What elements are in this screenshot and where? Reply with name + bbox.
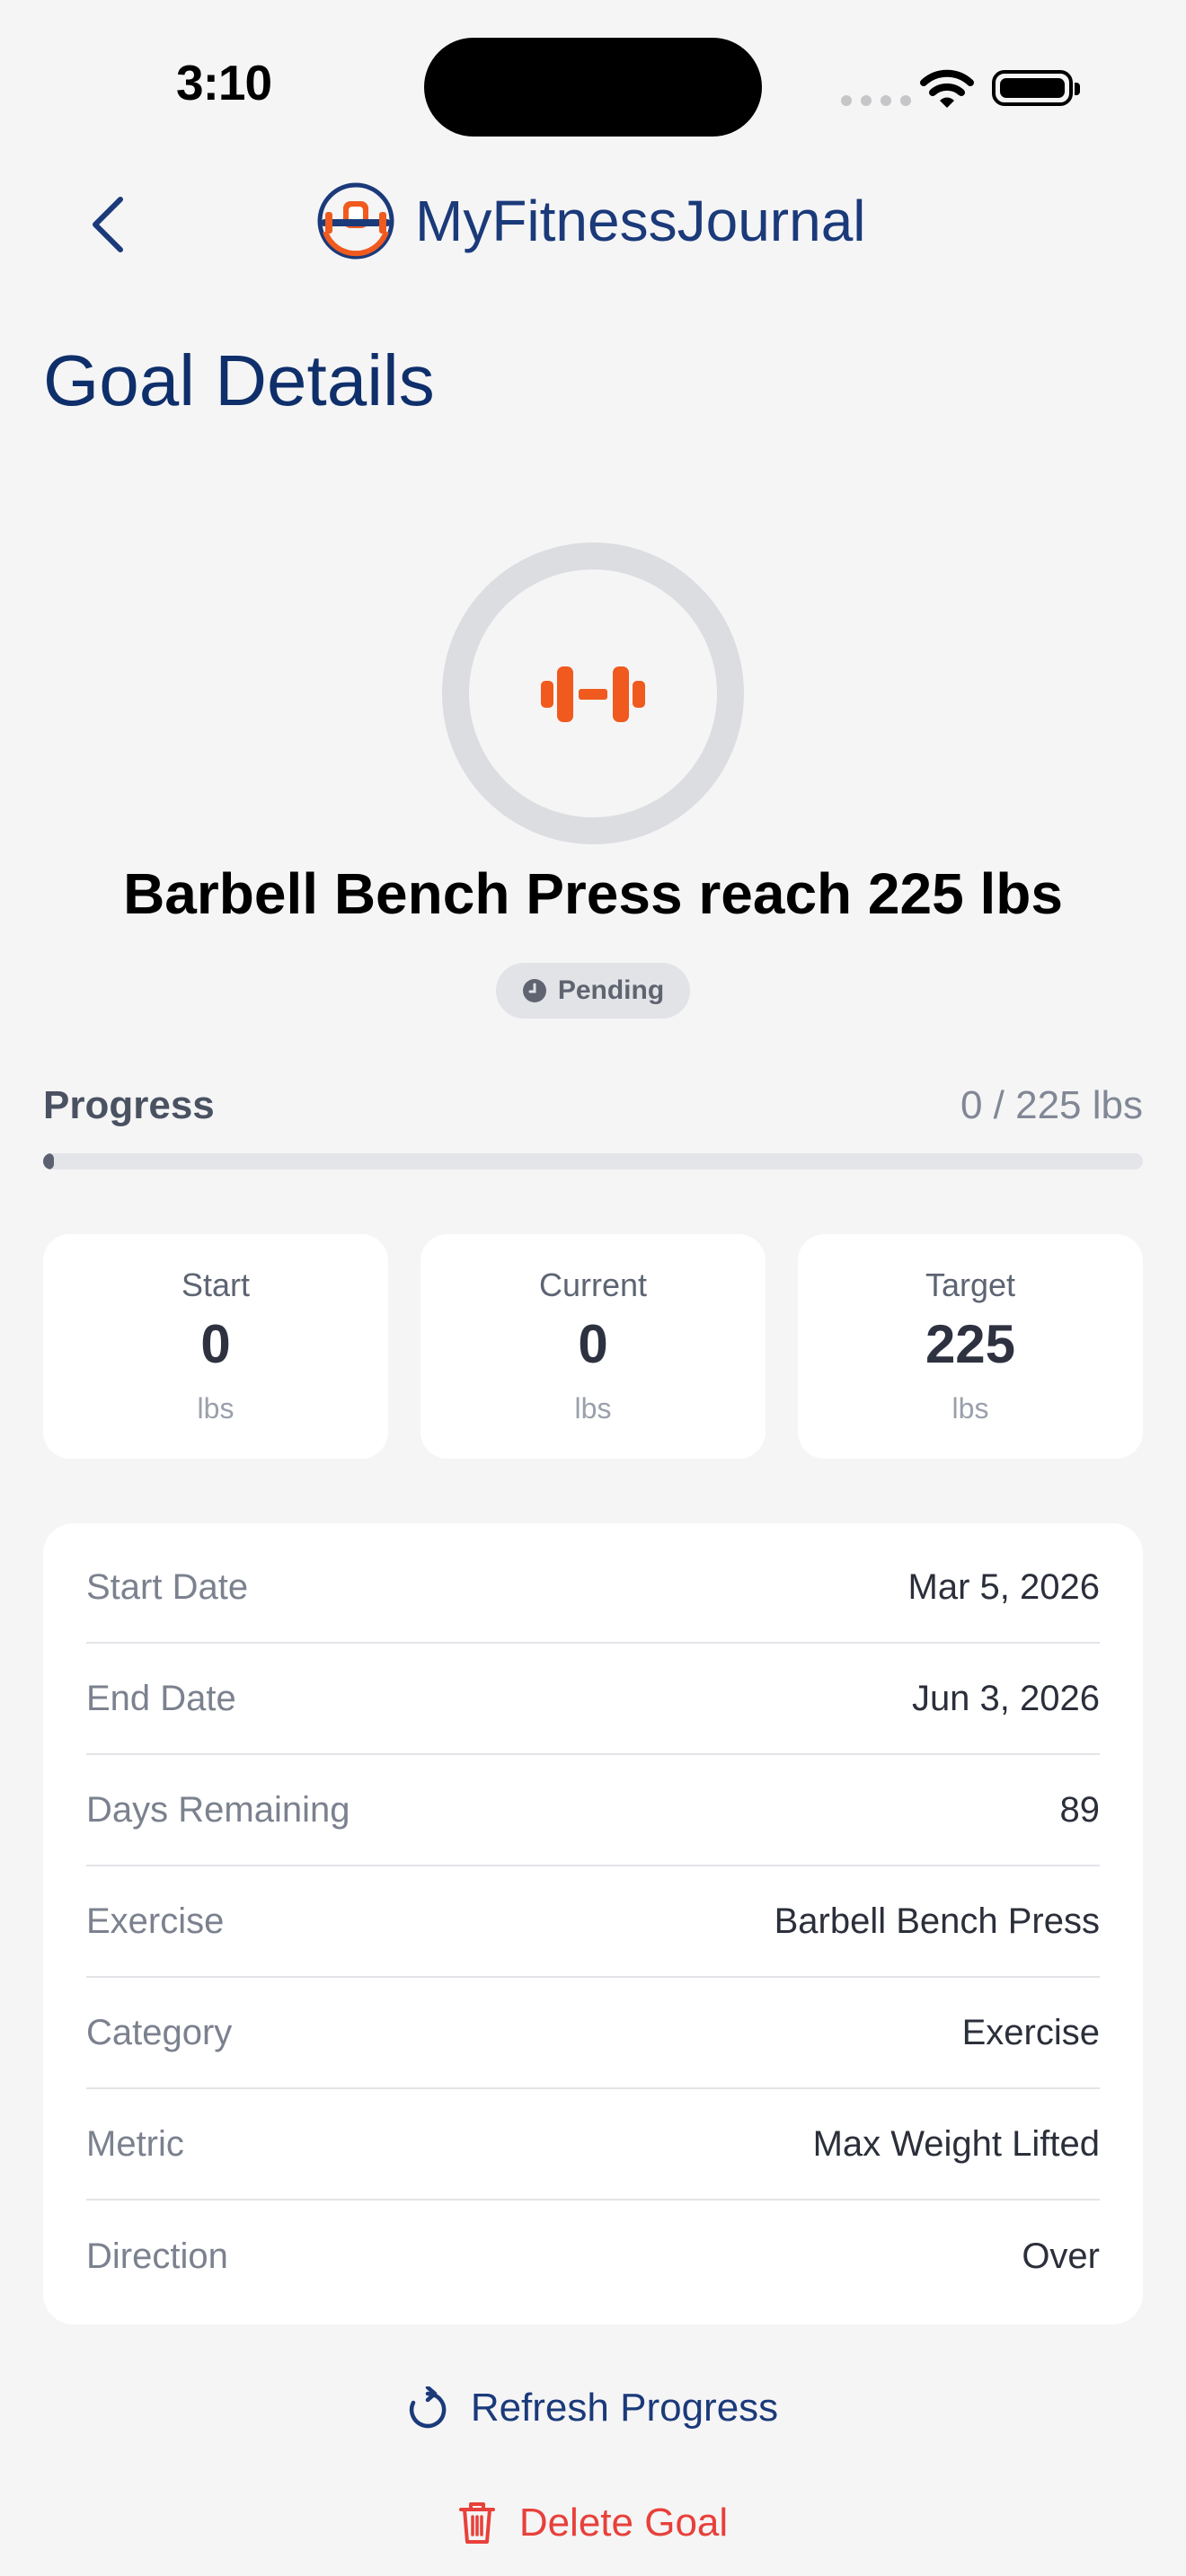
- trash-icon: [458, 2502, 495, 2544]
- stat-card-target: Target 225 lbs: [798, 1234, 1143, 1459]
- stat-card-start: Start 0 lbs: [43, 1234, 388, 1459]
- refresh-icon: [409, 2386, 447, 2429]
- status-time: 3:10: [176, 55, 272, 110]
- stat-label: Target: [925, 1266, 1016, 1303]
- detail-label: Direction: [86, 2236, 228, 2276]
- detail-value: Exercise: [961, 2012, 1100, 2052]
- dumbbell-logo-icon: [317, 182, 394, 260]
- stat-value: 225: [925, 1314, 1016, 1374]
- progress-bar-fill: [43, 1153, 54, 1169]
- stat-unit: lbs: [574, 1392, 612, 1425]
- progress-value: 0 / 225 lbs: [960, 1083, 1143, 1127]
- detail-value: Barbell Bench Press: [774, 1901, 1100, 1941]
- detail-value: Max Weight Lifted: [812, 2123, 1100, 2164]
- detail-row-exercise: Exercise Barbell Bench Press: [86, 1866, 1100, 1978]
- goal-details-card: Start Date Mar 5, 2026 End Date Jun 3, 2…: [43, 1523, 1143, 2325]
- stat-value: 0: [200, 1314, 231, 1374]
- detail-value: Jun 3, 2026: [911, 1678, 1100, 1718]
- detail-label: Start Date: [86, 1566, 249, 1607]
- dynamic-island: [424, 38, 762, 137]
- clock-icon: [522, 979, 546, 1002]
- detail-row-days-remaining: Days Remaining 89: [86, 1755, 1100, 1866]
- delete-goal-label: Delete Goal: [518, 2501, 729, 2545]
- stat-label: Current: [538, 1266, 648, 1303]
- goal-title: Barbell Bench Press reach 225 lbs: [123, 861, 1063, 926]
- refresh-progress-label: Refresh Progress: [470, 2386, 779, 2430]
- stat-value: 0: [578, 1314, 608, 1374]
- detail-row-metric: Metric Max Weight Lifted: [86, 2089, 1100, 2201]
- app-name: MyFitnessJournal: [415, 189, 866, 253]
- stat-card-current: Current 0 lbs: [420, 1234, 766, 1459]
- app-brand: MyFitnessJournal: [316, 181, 866, 260]
- stat-unit: lbs: [197, 1392, 235, 1425]
- detail-label: Exercise: [86, 1901, 225, 1941]
- wifi-icon: [920, 69, 974, 108]
- detail-row-end-date: End Date Jun 3, 2026: [86, 1644, 1100, 1755]
- progress-label: Progress: [43, 1083, 215, 1127]
- detail-row-category: Category Exercise: [86, 1978, 1100, 2089]
- detail-row-start-date: Start Date Mar 5, 2026: [86, 1532, 1100, 1644]
- cellular-signal-icon: [841, 95, 911, 106]
- detail-value: Mar 5, 2026: [907, 1566, 1100, 1607]
- stat-unit: lbs: [951, 1392, 989, 1425]
- status-text: Pending: [557, 975, 665, 1005]
- page-title: Goal Details: [43, 340, 435, 420]
- detail-value: 89: [1059, 1789, 1101, 1830]
- refresh-progress-button[interactable]: Refresh Progress: [0, 2386, 1186, 2430]
- delete-goal-button[interactable]: Delete Goal: [0, 2501, 1186, 2545]
- detail-value: Over: [1022, 2236, 1100, 2276]
- detail-label: Metric: [86, 2123, 184, 2164]
- dumbbell-icon: [541, 666, 645, 722]
- status-badge: Pending: [496, 963, 690, 1019]
- detail-label: Category: [86, 2012, 233, 2052]
- back-chevron-icon[interactable]: [81, 189, 135, 260]
- battery-icon: [992, 70, 1080, 106]
- detail-label: End Date: [86, 1678, 236, 1718]
- detail-row-direction: Direction Over: [86, 2201, 1100, 2312]
- stat-label: Start: [181, 1266, 251, 1303]
- progress-bar: [43, 1153, 1143, 1169]
- detail-label: Days Remaining: [86, 1789, 350, 1830]
